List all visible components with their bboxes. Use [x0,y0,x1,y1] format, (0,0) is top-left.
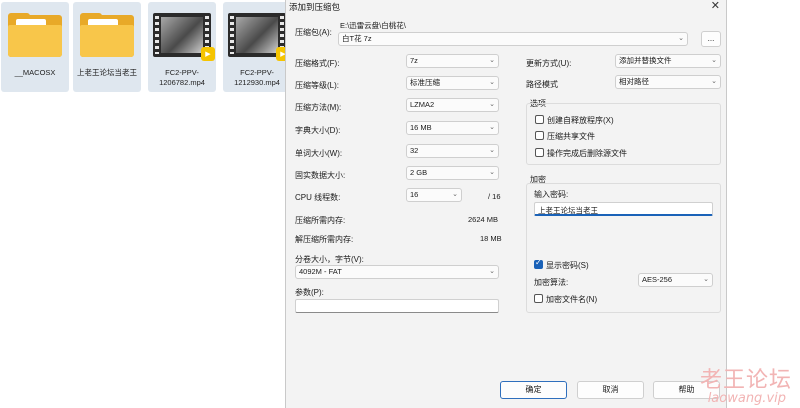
folder-icon [5,6,65,64]
close-icon[interactable]: ✕ [711,0,720,12]
mem-comp-label: 压缩所需内存: [295,216,346,225]
archive-label: 压缩包(A): [295,28,332,37]
word-value: 32 [410,146,419,155]
show-password-label: 显示密码(S) [546,261,589,270]
file-name: FC2-PPV-1206782.mp4 [159,68,205,87]
dict-label: 字典大小(D): [295,126,341,135]
split-value: 4092M - FAT [299,267,342,276]
show-password-checkbox[interactable] [534,258,543,269]
ok-button[interactable]: 确定 [500,381,567,399]
level-value: 标准压缩 [410,78,440,87]
archive-path: E:\迅雷云盘\白桃花\ [340,21,406,30]
params-label: 参数(P): [295,288,324,297]
chevron-down-icon: ⌄ [489,169,495,176]
update-select[interactable]: 添加并替换文件 ⌄ [615,54,721,68]
file-name: FC2-PPV-1212930.mp4 [234,68,280,87]
mem-decomp-label: 解压缩所需内存: [295,235,354,244]
level-select[interactable]: 标准压缩 ⌄ [406,76,499,90]
chevron-down-icon: ⌄ [489,268,495,275]
archive-name-combo[interactable]: 白T花 7z ⌄ [338,32,688,46]
file-name: __MACOSX [14,68,56,77]
file-tile-video-2[interactable]: ▶ FC2-PPV-1212930.mp4 [223,2,291,92]
enc-method-label: 加密算法: [534,278,569,287]
mem-decomp-value: 18 MB [480,234,502,243]
pathmode-label: 路径模式 [526,80,558,89]
chevron-down-icon: ⌄ [489,57,495,64]
delete-source-label: 操作完成后删除源文件 [547,149,627,158]
level-label: 压缩等级(L): [295,81,339,90]
enc-method-select[interactable]: AES-256 ⌄ [638,273,713,287]
update-label: 更新方式(U): [526,59,572,68]
solid-select[interactable]: 2 GB ⌄ [406,166,499,180]
enc-method-value: AES-256 [642,275,673,284]
update-value: 添加并替换文件 [619,56,672,65]
pathmode-value: 相对路径 [619,77,649,86]
chevron-down-icon: ⌄ [711,78,717,85]
solid-value: 2 GB [410,168,428,177]
video-thumbnail-icon: ▶ [152,6,215,64]
archive-name-value: 白T花 7z [342,34,372,43]
watermark-text: 老王论坛 [699,368,792,393]
pathmode-select[interactable]: 相对路径 ⌄ [615,75,721,89]
password-value: 上老王论坛当老王 [538,206,598,215]
password-input[interactable]: 上老王论坛当老王 [534,202,713,216]
chevron-down-icon: ⌄ [703,276,709,283]
file-tile-video-1[interactable]: ▶ FC2-PPV-1206782.mp4 [148,2,216,92]
method-select[interactable]: LZMA2 ⌄ [406,98,499,112]
file-name: 上老王论坛当老王 [77,68,137,77]
format-select[interactable]: 7z ⌄ [406,54,499,68]
split-combo[interactable]: 4092M - FAT ⌄ [295,265,499,279]
shared-checkbox[interactable] [535,131,544,140]
password-label: 输入密码: [534,190,569,199]
chevron-down-icon: ⌄ [489,147,495,154]
file-tile-macosx[interactable]: __MACOSX [1,2,69,92]
threads-label: CPU 线程数: [295,193,341,202]
delete-source-checkbox[interactable] [535,148,544,157]
video-badge-icon: ▶ [201,47,215,61]
solid-label: 固实数据大小: [295,171,346,180]
dict-value: 16 MB [410,123,432,132]
chevron-down-icon: ⌄ [678,35,684,42]
method-label: 压缩方法(M): [295,103,342,112]
format-label: 压缩格式(F): [295,59,340,68]
word-select[interactable]: 32 ⌄ [406,144,499,158]
params-input[interactable] [295,299,499,313]
encrypt-names-label: 加密文件名(N) [546,295,598,304]
mem-comp-value: 2624 MB [468,215,499,224]
cancel-button[interactable]: 取消 [577,381,644,399]
threads-select[interactable]: 16 ⌄ [406,188,462,202]
word-label: 单词大小(W): [295,149,343,158]
chevron-down-icon: ⌄ [489,79,495,86]
watermark-url: laowang.vip [707,391,786,406]
chevron-down-icon: ⌄ [489,101,495,108]
chevron-down-icon: ⌄ [489,124,495,131]
format-value: 7z [410,56,418,65]
method-value: LZMA2 [410,100,435,109]
video-thumbnail-icon: ▶ [227,6,290,64]
dict-select[interactable]: 16 MB ⌄ [406,121,499,135]
shared-label: 压缩共享文件 [547,132,595,141]
browse-button[interactable]: ... [701,31,721,47]
threads-value: 16 [410,190,419,199]
chevron-down-icon: ⌄ [711,57,717,64]
sfx-label: 创建自释放程序(X) [547,116,614,125]
dialog-title: 添加到压缩包 [289,2,341,12]
split-label: 分卷大小，字节(V): [295,255,364,264]
add-to-archive-dialog: 添加到压缩包 ✕ 压缩包(A): E:\迅雷云盘\白桃花\ 白T花 7z ⌄ .… [285,0,727,408]
file-tile-folder[interactable]: 上老王论坛当老王 [73,2,141,92]
encrypt-names-checkbox[interactable] [534,294,543,303]
folder-icon [77,6,137,64]
chevron-down-icon: ⌄ [452,191,458,198]
threads-total: / 16 [488,192,501,201]
sfx-checkbox[interactable] [535,115,544,124]
